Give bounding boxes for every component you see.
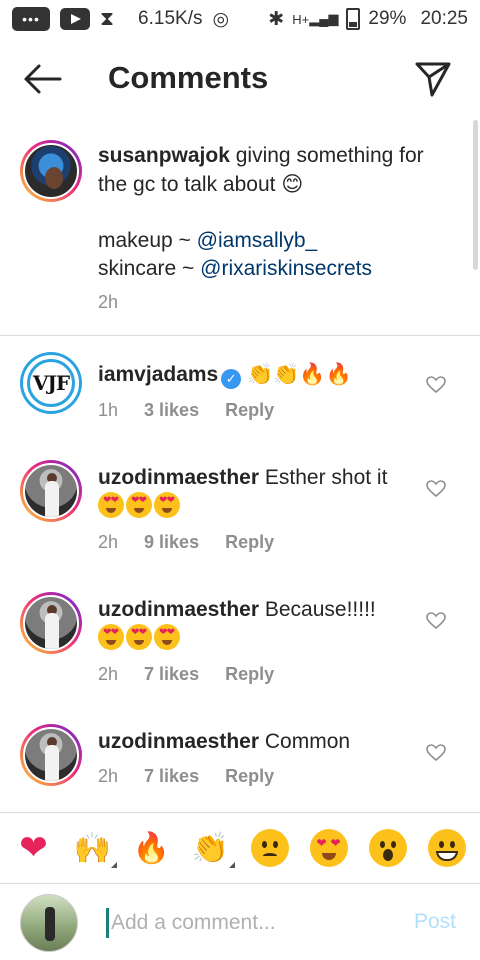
comment-body: Common — [264, 730, 351, 753]
comment-input-wrapper — [106, 906, 386, 940]
clock: 20:25 — [420, 8, 468, 29]
comment-username[interactable]: iamvjadams — [98, 363, 218, 386]
fire-icon: 🔥 — [132, 830, 171, 866]
caption-timestamp: 2h — [98, 292, 119, 312]
raising-hands-icon: 🙌 — [73, 830, 112, 866]
comments-header: Comments — [0, 50, 480, 110]
comment-username[interactable]: uzodinmaesther — [98, 730, 259, 753]
like-heart-icon[interactable] — [426, 744, 446, 762]
avatar[interactable] — [20, 460, 82, 522]
network-speed: 6.15K/s — [138, 8, 203, 29]
comment-item: uzodinmaesther Because!!!!! 2h 7 likes R… — [0, 592, 480, 692]
avatar[interactable] — [20, 592, 82, 654]
signal-icon: H+ ▂▄▆ — [292, 11, 339, 27]
heart-eyes-emoji — [98, 492, 182, 518]
like-heart-icon[interactable] — [426, 480, 446, 498]
comment-body: Esther shot it — [264, 466, 388, 489]
battery-level: 29% — [368, 8, 407, 29]
avatar[interactable] — [20, 724, 82, 786]
skin-tone-indicator — [228, 862, 235, 868]
status-bar: ••• ⧗ 6.15K/s ◎ ✱ H+ ▂▄▆ 29% 20:25 — [0, 0, 480, 38]
comment-composer: Post — [0, 884, 480, 960]
clapping-hands-emoji-button[interactable]: 👏 — [189, 826, 235, 870]
back-button[interactable] — [22, 62, 62, 96]
comment-meta: 2h 7 likes Reply — [98, 664, 274, 685]
like-heart-icon[interactable] — [426, 612, 446, 630]
likes-count[interactable]: 7 likes — [144, 766, 199, 787]
like-heart-icon[interactable] — [426, 376, 446, 394]
status-bar-right: ✱ H+ ▂▄▆ 29% 20:25 — [268, 8, 468, 31]
reply-button[interactable]: Reply — [225, 664, 274, 685]
post-button[interactable]: Post — [414, 910, 456, 934]
network-type: H+ — [292, 11, 310, 27]
caption-credit-makeup: makeup ~ @iamsallyb_ — [98, 229, 318, 252]
arrow-left-icon — [24, 64, 62, 94]
verified-badge-icon: ✓ — [221, 369, 242, 389]
avatar-logo: VJF — [27, 359, 75, 407]
share-button[interactable] — [414, 60, 452, 98]
heart-emoji-button[interactable]: ❤ — [12, 826, 56, 870]
battery-icon — [346, 8, 361, 30]
likes-count[interactable]: 7 likes — [144, 664, 199, 685]
status-bar-left: ••• ⧗ 6.15K/s ◎ — [12, 7, 229, 31]
comment-item: uzodinmaesther Common 2h 7 likes Reply — [0, 724, 480, 804]
comment-input[interactable] — [111, 911, 381, 935]
hotspot-icon: ◎ — [212, 8, 230, 30]
caption-username[interactable]: susanpwajok — [98, 144, 230, 167]
caption-credit-skincare: skincare ~ @rixariskinsecrets — [98, 257, 372, 280]
fire-emoji-button[interactable]: 🔥 — [130, 826, 174, 870]
post-caption: susanpwajok giving something for the gc … — [0, 140, 480, 336]
comment-item: VJF iamvjadams ✓ 👏👏🔥🔥 1h 3 likes Reply — [0, 352, 480, 432]
sad-face-icon — [250, 829, 289, 867]
text-cursor — [106, 908, 109, 938]
comment-username[interactable]: uzodinmaesther — [98, 598, 259, 621]
heart-icon: ❤ — [19, 828, 48, 868]
heart-eyes-icon: ❤ ❤ — [309, 829, 348, 867]
paper-plane-icon — [415, 62, 451, 97]
current-user-avatar — [20, 894, 78, 952]
comment-meta: 2h 7 likes Reply — [98, 766, 274, 787]
message-notification-icon: ••• — [12, 7, 50, 31]
caption-text: susanpwajok giving something for the gc … — [98, 142, 458, 283]
comment-username[interactable]: uzodinmaesther — [98, 466, 259, 489]
surprised-face-icon — [368, 829, 407, 867]
avatar[interactable]: VJF — [20, 352, 82, 414]
smiling-face-emoji: 😊 — [281, 172, 304, 196]
skin-tone-indicator — [110, 862, 117, 868]
youtube-notification-icon — [60, 8, 90, 30]
clapping-hands-icon: 👏 — [191, 830, 230, 866]
comment-body: Because!!!!! — [264, 598, 376, 621]
emoji-reaction-bar: ❤ 🙌 🔥 👏 ❤ ❤ — [0, 812, 480, 884]
mention-link[interactable]: @iamsallyb_ — [197, 229, 318, 252]
hourglass-icon: ⧗ — [100, 7, 115, 30]
comment-meta: 1h 3 likes Reply — [98, 400, 274, 421]
page-title: Comments — [108, 60, 269, 95]
grinning-face-icon — [427, 829, 466, 867]
comment-text: uzodinmaesther Common — [98, 728, 418, 756]
comment-text: uzodinmaesther Esther shot it — [98, 464, 418, 521]
reply-button[interactable]: Reply — [225, 532, 274, 553]
comment-timestamp: 1h — [98, 400, 119, 420]
heart-eyes-emoji-button[interactable]: ❤ ❤ — [307, 826, 351, 870]
comment-text: iamvjadams ✓ 👏👏🔥🔥 — [98, 360, 418, 389]
comment-meta: 2h 9 likes Reply — [98, 532, 274, 553]
comment-timestamp: 2h — [98, 532, 119, 552]
avatar[interactable] — [20, 140, 82, 202]
grinning-face-emoji-button[interactable] — [425, 826, 469, 870]
reply-button[interactable]: Reply — [225, 400, 274, 421]
comment-timestamp: 2h — [98, 766, 119, 786]
raising-hands-emoji-button[interactable]: 🙌 — [71, 826, 117, 870]
bluetooth-icon: ✱ — [268, 8, 285, 30]
sad-face-emoji-button[interactable] — [248, 826, 292, 870]
reply-button[interactable]: Reply — [225, 766, 274, 787]
likes-count[interactable]: 3 likes — [144, 400, 199, 421]
comment-text: uzodinmaesther Because!!!!! — [98, 596, 418, 653]
surprised-face-emoji-button[interactable] — [366, 826, 410, 870]
mention-link[interactable]: @rixariskinsecrets — [200, 257, 372, 280]
comment-body: 👏👏🔥🔥 — [247, 362, 352, 386]
comment-timestamp: 2h — [98, 664, 119, 684]
heart-eyes-emoji — [98, 624, 182, 650]
likes-count[interactable]: 9 likes — [144, 532, 199, 553]
comment-item: uzodinmaesther Esther shot it 2h 9 likes… — [0, 460, 480, 560]
